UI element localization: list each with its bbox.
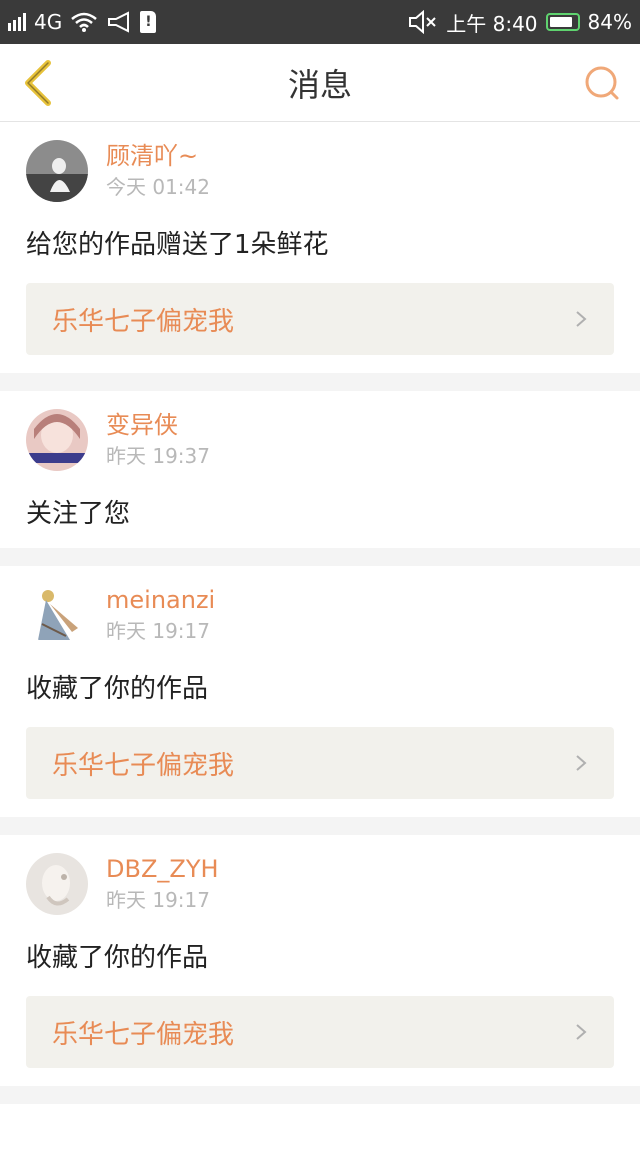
work-title: 乐华七子偏宠我 [52,306,235,337]
message-text: 收藏了你的作品 [26,943,209,973]
status-time: 上午 8:40 [446,11,538,36]
app-header: 消息 [0,44,640,122]
message-time: 昨天 19:17 [106,619,210,643]
chevron-right-icon [576,755,587,771]
message-time: 昨天 19:37 [106,444,210,468]
back-chevron-icon [25,59,51,106]
status-bar: 4G 上午 8:40 84% [0,0,640,44]
work-link[interactable]: 乐华七子偏宠我 [26,727,614,799]
wifi-icon [71,12,98,32]
back-button[interactable] [16,59,60,106]
mute-icon [409,10,436,34]
username[interactable]: meinanzi [106,585,215,615]
work-title: 乐华七子偏宠我 [52,750,235,781]
avatar[interactable] [26,853,88,915]
message-text: 关注了您 [26,499,131,529]
message-text: 给您的作品赠送了1朵鲜花 [26,230,329,260]
avatar[interactable] [26,140,88,202]
message-time: 今天 01:42 [106,175,210,199]
username[interactable]: 顾清吖~ [106,141,210,171]
avatar[interactable] [26,584,88,646]
message-card[interactable]: 变异侠 昨天 19:37 关注了您 [0,391,640,548]
megaphone-icon [108,11,130,33]
signal-icon [8,13,26,31]
username[interactable]: 变异侠 [106,410,210,440]
message-card[interactable]: meinanzi 昨天 19:17 收藏了你的作品 乐华七子偏宠我 [0,566,640,817]
message-card[interactable]: DBZ_ZYH 昨天 19:17 收藏了你的作品 乐华七子偏宠我 [0,835,640,1086]
work-link[interactable]: 乐华七子偏宠我 [26,283,614,355]
work-link[interactable]: 乐华七子偏宠我 [26,996,614,1068]
message-card[interactable]: 顾清吖~ 今天 01:42 给您的作品赠送了1朵鲜花 乐华七子偏宠我 [0,122,640,373]
network-type: 4G [34,10,63,34]
search-button[interactable] [580,61,624,105]
message-time: 昨天 19:17 [106,888,210,912]
sdcard-warning-icon [140,11,157,33]
battery-percent: 84% [587,10,632,34]
chevron-right-icon [576,1024,587,1040]
next-message-card-partial[interactable] [0,1104,640,1164]
avatar[interactable] [26,409,88,471]
username[interactable]: DBZ_ZYH [106,854,219,884]
message-text: 收藏了你的作品 [26,674,209,704]
battery-icon [545,13,580,31]
work-title: 乐华七子偏宠我 [52,1019,235,1050]
search-icon [585,66,619,99]
chevron-right-icon [576,311,587,327]
page-title: 消息 [287,65,352,104]
